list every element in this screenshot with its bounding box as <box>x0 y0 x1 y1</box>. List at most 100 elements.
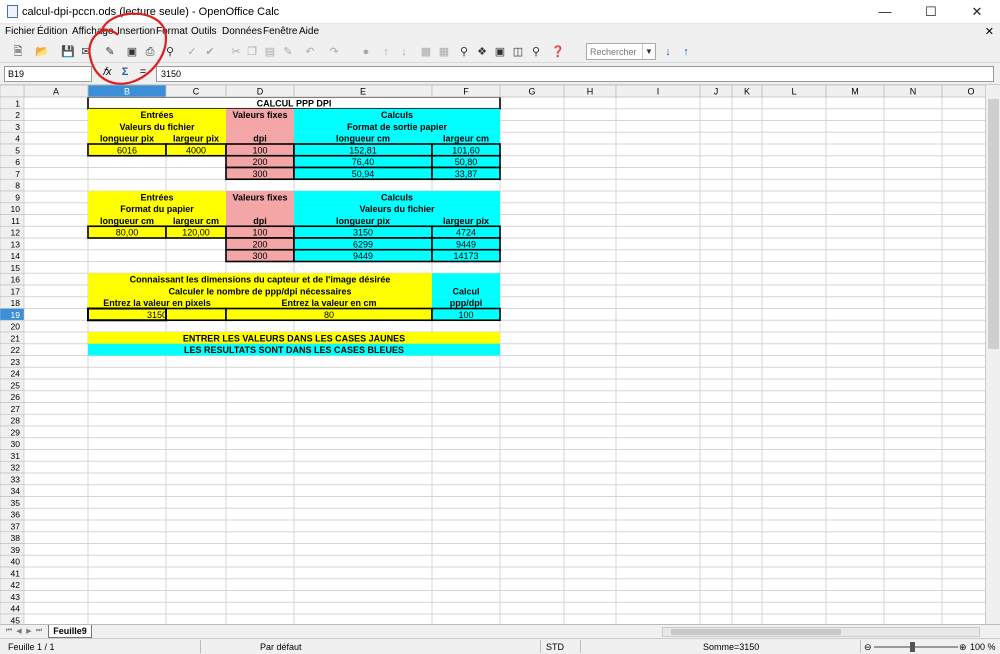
sheet-tab-feuille9[interactable]: Feuille9 <box>48 625 92 638</box>
clone-format-icon[interactable]: ✎ <box>280 44 296 60</box>
zoom-slider[interactable] <box>874 646 958 648</box>
window-title: calcul-dpi-pccn.ods (lecture seule) - Op… <box>22 6 280 18</box>
row-header-4[interactable] <box>0 131 25 145</box>
cut-icon[interactable]: ✂ <box>228 44 244 60</box>
cell-text-E10: Valeurs du fichier <box>359 204 435 214</box>
cell-text-F5: 101,60 <box>452 145 480 155</box>
maximize-button[interactable]: ☐ <box>908 0 954 24</box>
spreadsheet-grid[interactable]: CALCUL PPP DPI Entrées Valeurs fixes Calcul… <box>0 85 985 624</box>
autocheck-icon[interactable]: ✔ <box>202 44 218 60</box>
cell-text-E13: 6299 <box>353 239 373 249</box>
menu-format[interactable]: Format <box>156 26 188 37</box>
row-header-7[interactable] <box>0 167 25 180</box>
zoom-icon[interactable]: ⚲ <box>528 44 544 60</box>
previous-sheet-icon[interactable]: ◀ <box>14 627 24 637</box>
menu-edition[interactable]: Édition <box>37 26 68 37</box>
vertical-scrollbar[interactable] <box>985 85 1000 624</box>
first-sheet-icon[interactable]: ⏮ <box>4 627 14 637</box>
page-style[interactable]: Par défaut <box>260 642 302 652</box>
zoom-out-icon[interactable]: ⊖ <box>864 642 872 653</box>
zoom-in-icon[interactable]: ⊕ <box>959 642 967 653</box>
sort-asc-icon[interactable]: ↑ <box>378 44 394 60</box>
cell-F16[interactable] <box>432 273 500 285</box>
row-header-label: 1 <box>15 98 20 108</box>
row-header-5[interactable] <box>0 143 25 157</box>
hyperlink-icon[interactable]: ● <box>358 44 374 60</box>
row-header-9[interactable] <box>0 190 25 204</box>
cell-text-F6: 50,80 <box>455 157 478 167</box>
cell-D3[interactable] <box>226 120 294 133</box>
menu-fichier[interactable]: Fichier <box>5 26 35 37</box>
cell-text-D12: 100 <box>252 228 267 238</box>
equals-icon[interactable]: = <box>136 66 150 82</box>
print-icon[interactable]: ⎙ <box>142 44 158 60</box>
zoom-level[interactable]: 100 % <box>970 642 996 652</box>
menu-insertion[interactable]: Insertion <box>117 26 155 37</box>
chevron-down-icon[interactable]: ▼ <box>642 44 655 59</box>
email-icon[interactable]: ✉ <box>78 44 94 60</box>
cell-text-E7: 50,94 <box>352 169 375 179</box>
cell-D10[interactable] <box>226 202 294 215</box>
selection-mode[interactable]: STD <box>546 642 564 652</box>
datasources-icon[interactable]: ◫ <box>510 44 526 60</box>
column-header-label: A <box>53 87 59 97</box>
row-header-6[interactable] <box>0 155 25 168</box>
last-sheet-icon[interactable]: ⏭ <box>34 627 44 637</box>
cell-text-D6: 200 <box>252 157 267 167</box>
edit-file-icon[interactable]: ✎ <box>102 44 118 60</box>
sort-desc-icon[interactable]: ↓ <box>396 44 412 60</box>
new-icon[interactable]: 🗎 <box>10 44 26 60</box>
row-header-label: 24 <box>11 369 21 379</box>
zoom-slider-knob[interactable] <box>910 642 916 652</box>
formula-input[interactable]: 3150 <box>156 66 994 82</box>
redo-icon[interactable]: ↷ <box>326 44 342 60</box>
row-header-8[interactable] <box>0 178 25 192</box>
row-header-3[interactable] <box>0 120 25 133</box>
row-header-1[interactable] <box>0 96 25 110</box>
scrollbar-thumb[interactable] <box>988 99 999 349</box>
find-previous-icon[interactable]: ↑ <box>678 44 694 60</box>
row-header-label: 9 <box>15 192 20 202</box>
cell-text-B18: Entrez la valeur en pixels <box>103 298 211 308</box>
cell-text-B19: 3150 <box>147 310 167 320</box>
sum-icon[interactable]: Σ <box>118 66 132 82</box>
copy-icon[interactable]: ❐ <box>244 44 260 60</box>
minimize-button[interactable]: — <box>862 0 908 24</box>
row-header-label: 23 <box>11 357 21 367</box>
pdf-icon[interactable]: ▣ <box>124 44 140 60</box>
close-button[interactable]: ✕ <box>954 0 1000 24</box>
column-header-label: O <box>967 87 974 97</box>
open-icon[interactable]: 📂 <box>34 44 50 60</box>
menu-fenetre[interactable]: Fenêtre <box>263 26 297 37</box>
chart-icon[interactable]: ▩ <box>418 44 434 60</box>
select-all-corner[interactable] <box>0 85 25 98</box>
close-document-icon[interactable]: ✕ <box>985 25 994 38</box>
menu-affichage[interactable]: Affichage <box>72 26 114 37</box>
scrollbar-thumb[interactable] <box>671 629 841 635</box>
cell-grid[interactable]: CALCUL PPP DPI Entrées Valeurs fixes Calcul… <box>0 85 985 624</box>
next-sheet-icon[interactable]: ▶ <box>24 627 34 637</box>
column-header-O[interactable] <box>941 85 985 98</box>
menu-donnees[interactable]: Données <box>222 26 262 37</box>
undo-icon[interactable]: ↶ <box>302 44 318 60</box>
help-icon[interactable]: ❓ <box>550 44 566 60</box>
print-preview-icon[interactable]: ⚲ <box>162 44 178 60</box>
cell-text-D2: Valeurs fixes <box>232 110 287 120</box>
row-header-2[interactable] <box>0 108 25 121</box>
gallery-icon[interactable]: ▣ <box>492 44 508 60</box>
navigator-icon[interactable]: ❖ <box>474 44 490 60</box>
find-next-icon[interactable]: ↓ <box>660 44 676 60</box>
cell-text-B21: ENTRER LES VALEURS DANS LES CASES JAUNES <box>183 333 405 343</box>
paste-icon[interactable]: ▤ <box>262 44 278 60</box>
save-icon[interactable]: 💾 <box>60 44 76 60</box>
spellcheck-icon[interactable]: ✓ <box>184 44 200 60</box>
pivot-icon[interactable]: ▦ <box>436 44 452 60</box>
menu-outils[interactable]: Outils <box>191 26 217 37</box>
name-box[interactable]: B19 <box>4 66 92 82</box>
function-wizard-icon[interactable]: 𝑓x <box>100 66 114 82</box>
title-bar: calcul-dpi-pccn.ods (lecture seule) - Op… <box>0 0 1000 24</box>
cell-text-D11: dpi <box>253 216 267 226</box>
horizontal-scrollbar[interactable] <box>662 627 980 637</box>
menu-aide[interactable]: Aide <box>299 26 319 37</box>
find-icon[interactable]: ⚲ <box>456 44 472 60</box>
